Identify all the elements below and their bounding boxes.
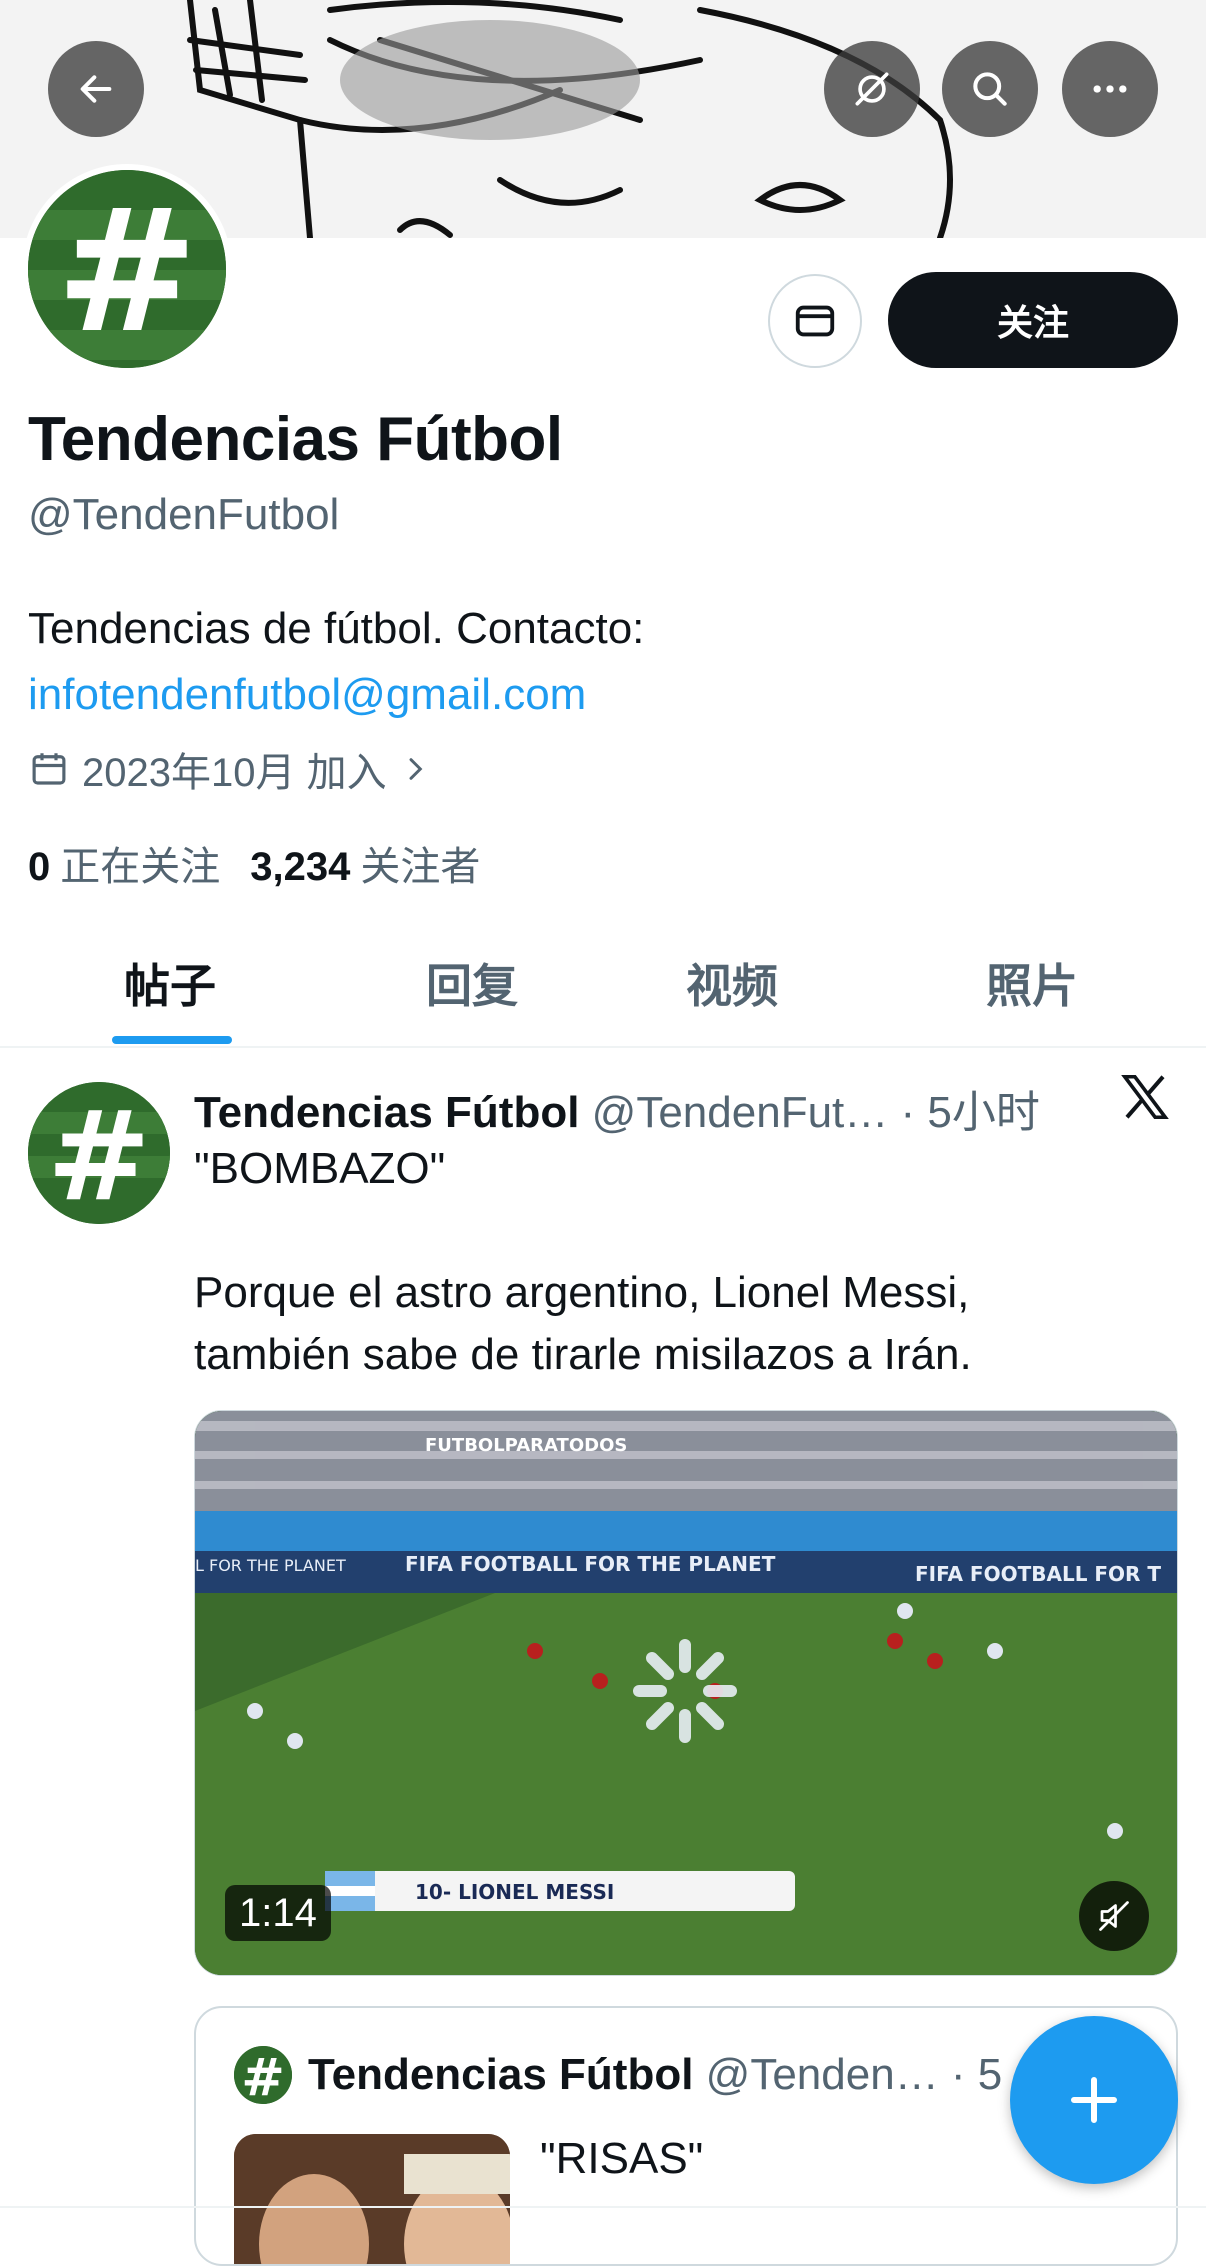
back-button[interactable] (48, 41, 144, 137)
joined-date[interactable]: 2023年10月 加入 (28, 740, 431, 798)
bio-email-link[interactable]: infotendenfutbol@gmail.com (28, 662, 644, 728)
hashtag-logo-icon: # (234, 2046, 292, 2104)
quoted-author-name: Tendencias Fútbol (308, 2050, 694, 2099)
envelope-icon (795, 305, 835, 337)
quoted-post-image (234, 2134, 510, 2264)
follow-stats: 0 正在关注 3,234 关注者 (28, 834, 480, 892)
svg-text:FIFA FOOTBALL FOR T: FIFA FOOTBALL FOR T (915, 1562, 1161, 1586)
profile-avatar[interactable]: # (22, 164, 232, 374)
tab-videos[interactable]: 视频 (686, 950, 778, 1016)
hashtag-logo-icon: # (28, 1082, 170, 1224)
x-logo-icon (1121, 1074, 1169, 1120)
quoted-handle-time: @Tenden… · 5 (705, 2050, 1003, 2099)
svg-text:FUTBOLPARATODOS: FUTBOLPARATODOS (425, 1435, 627, 1456)
video-player[interactable]: FUTBOLPARATODOS FIFA FOOTBALL FOR THE PL… (194, 1410, 1178, 1976)
mute-button[interactable] (1079, 1881, 1149, 1951)
svg-text:L FOR THE PLANET: L FOR THE PLANET (195, 1556, 346, 1575)
tab-posts[interactable]: 帖子 (124, 950, 216, 1016)
svg-text:10- LIONEL MESSI: 10- LIONEL MESSI (415, 1880, 614, 1904)
search-icon (973, 72, 1007, 106)
post-header: Tendencias Fútbol @TendenFut… · 5小时 (194, 1076, 1040, 1140)
back-arrow-icon (80, 75, 112, 103)
post-handle-time: @TendenFut… · 5小时 (591, 1088, 1040, 1137)
joined-text: 2023年10月 加入 (82, 751, 387, 795)
calendar-icon (32, 753, 66, 785)
svg-text:#: # (47, 1085, 151, 1224)
message-button[interactable] (768, 274, 862, 368)
svg-text:#: # (56, 173, 198, 368)
video-thumbnail: FUTBOLPARATODOS FIFA FOOTBALL FOR THE PL… (195, 1411, 1177, 1975)
chevron-right-icon (409, 758, 423, 780)
bio-text: Tendencias de fútbol. Contacto: (28, 604, 645, 653)
following-label: 正在关注 (60, 845, 221, 889)
grok-button[interactable] (824, 41, 920, 137)
quoted-post-text: "RISAS" (540, 2134, 704, 2183)
quoted-post-avatar: # (234, 2046, 292, 2104)
quoted-thumbnail (234, 2134, 510, 2264)
followers-label: 关注者 (360, 845, 481, 889)
profile-name: Tendencias Fútbol (28, 405, 563, 474)
following-count: 0 (28, 845, 51, 889)
plus-icon (1071, 2077, 1117, 2123)
followers-link[interactable]: 3,234 关注者 (250, 834, 480, 892)
bottom-divider (0, 2206, 1206, 2208)
more-options-button[interactable] (1062, 41, 1158, 137)
svg-text:#: # (241, 2048, 285, 2104)
profile-tabs: 帖子 回复 视频 照片 (0, 920, 1206, 1048)
svg-text:FIFA FOOTBALL FOR THE PLANET: FIFA FOOTBALL FOR THE PLANET (405, 1552, 776, 1576)
video-duration: 1:14 (225, 1885, 331, 1941)
profile-handle: @TendenFutbol (28, 490, 340, 539)
grok-icon (855, 72, 889, 106)
search-button[interactable] (942, 41, 1038, 137)
hashtag-logo-icon: # (28, 170, 226, 368)
compose-post-button[interactable] (1010, 2016, 1178, 2184)
post-text: "BOMBAZO" Porque el astro argentino, Lio… (194, 1144, 972, 1379)
follow-button[interactable]: 关注 (888, 272, 1178, 368)
tab-replies[interactable]: 回复 (426, 950, 518, 1016)
followers-count: 3,234 (250, 845, 351, 889)
active-tab-indicator (112, 1036, 232, 1044)
quoted-post-header: Tendencias Fútbol @Tenden… · 5 (308, 2050, 1002, 2100)
profile-bio: Tendencias de fútbol. Contacto: infotend… (28, 596, 644, 728)
more-dots-icon (1093, 85, 1127, 93)
post-author-name[interactable]: Tendencias Fútbol (194, 1088, 579, 1137)
muted-speaker-icon (1099, 1901, 1129, 1931)
tab-photos[interactable]: 照片 (986, 950, 1078, 1016)
post-avatar[interactable]: # (28, 1082, 170, 1224)
following-link[interactable]: 0 正在关注 (28, 834, 220, 892)
